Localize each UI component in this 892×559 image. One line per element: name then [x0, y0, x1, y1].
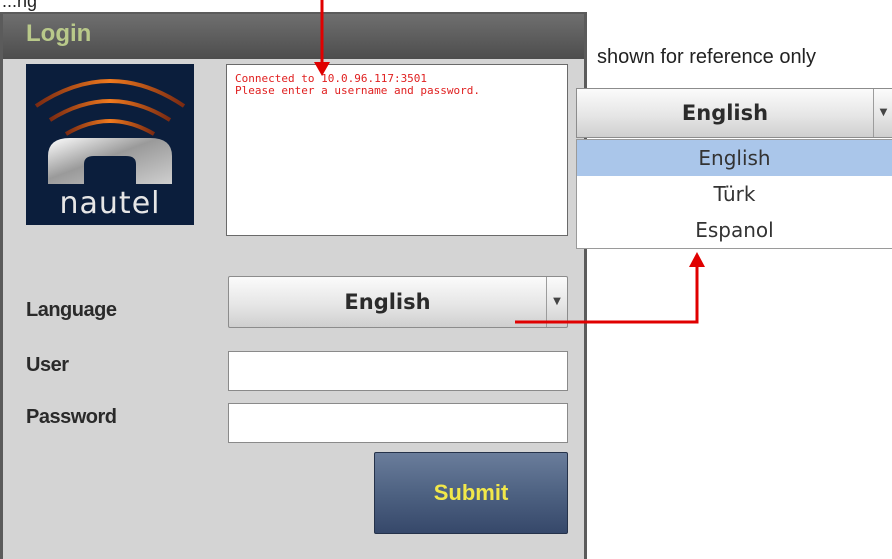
- arrow-to-message-box: [314, 0, 330, 76]
- annotation-arrows: [314, 0, 705, 324]
- arrow-dropdown-to-reference: [515, 252, 705, 324]
